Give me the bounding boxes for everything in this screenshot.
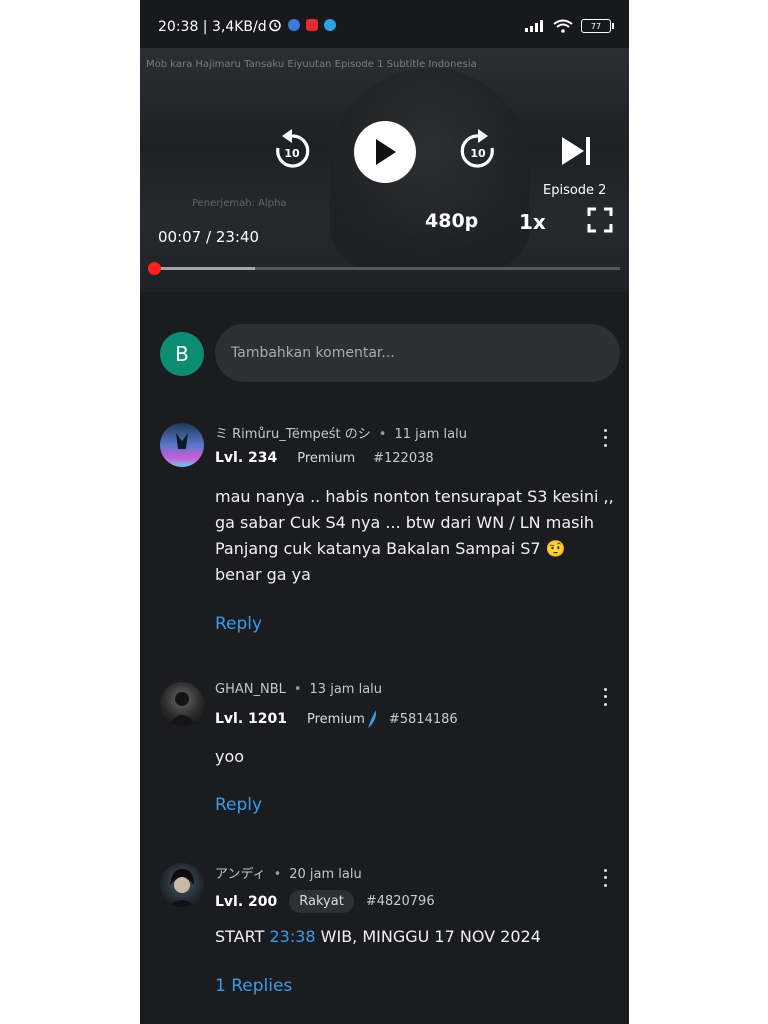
- comment-text: mau nanya .. habis nonton tensurapat S3 …: [215, 487, 614, 584]
- comment-text-end: WIB, MINGGU 17 NOV 2024: [315, 927, 541, 946]
- commenter-avatar[interactable]: [160, 682, 204, 726]
- status-bar: 20:38 | 3,4KB/d 77: [140, 0, 629, 48]
- video-timecode: 00:07 / 23:40: [158, 228, 260, 246]
- quality-button[interactable]: 480p: [425, 210, 478, 232]
- user-avatar: B: [160, 332, 204, 376]
- commenter-avatar[interactable]: [160, 423, 204, 467]
- telegram-notification-icon: [324, 19, 336, 31]
- next-episode-button[interactable]: [558, 134, 594, 168]
- comment-username[interactable]: GHAN_NBL: [215, 682, 286, 697]
- seek-thumb[interactable]: [148, 262, 162, 275]
- comment-meta: Lvl. 1201 Premium #5814186: [215, 709, 458, 729]
- status-notification-icons: [268, 18, 336, 32]
- user-id: #4820796: [365, 894, 435, 909]
- rewind-seconds: 10: [284, 147, 300, 160]
- fullscreen-icon: [587, 207, 613, 233]
- reply-button[interactable]: Reply: [215, 614, 262, 634]
- video-player[interactable]: Mob kara Hajimaru Tansaku Eiyuutan Episo…: [140, 48, 629, 292]
- comment-text: START 23:38 WIB, MINGGU 17 NOV 2024: [215, 924, 615, 950]
- forward-icon: 10: [460, 129, 494, 168]
- comment-text: yoo: [215, 747, 245, 766]
- avatar-figure-icon: [176, 433, 188, 449]
- comment-header: GHAN_NBL • 13 jam lalu: [215, 682, 382, 697]
- video-overlay-title: Mob kara Hajimaru Tansaku Eiyuutan Episo…: [146, 59, 477, 70]
- comment-header: アンディ • 20 jam lalu: [215, 863, 362, 882]
- user-level: Lvl. 1201: [215, 711, 288, 727]
- comment-text-start: START: [215, 927, 270, 946]
- wifi-icon: [553, 19, 573, 33]
- next-episode-label: Episode 2: [543, 183, 607, 198]
- view-replies-button[interactable]: 1 Replies: [215, 976, 292, 996]
- forward-10-button[interactable]: 10: [456, 126, 500, 174]
- app-screen: 20:38 | 3,4KB/d 77 Mob kara Hajimaru Tan…: [140, 0, 629, 1024]
- skip-next-icon: [562, 137, 590, 165]
- avatar-figure-icon: [168, 869, 196, 907]
- comment-time: 20 jam lalu: [289, 867, 362, 882]
- comment-username[interactable]: アンディ: [215, 867, 266, 882]
- separator-dot: •: [293, 682, 302, 697]
- status-system-icons: 77: [525, 19, 614, 33]
- buffered-bar: [152, 267, 255, 270]
- playback-speed-button[interactable]: 1x: [519, 210, 546, 234]
- signal-icon: [525, 20, 543, 32]
- feather-icon: [367, 710, 376, 728]
- comment-more-button[interactable]: [596, 867, 614, 889]
- comment-time: 13 jam lalu: [309, 682, 383, 697]
- rewind-10-button[interactable]: 10: [270, 126, 314, 174]
- avatar-figure-icon: [168, 692, 196, 726]
- status-time: 20:38 | 3,4KB/d: [158, 19, 267, 35]
- battery-level: 77: [590, 21, 602, 31]
- timestamp-link[interactable]: 23:38: [269, 927, 315, 946]
- user-level: Lvl. 234: [215, 450, 278, 466]
- seek-bar[interactable]: [148, 262, 620, 275]
- separator-dot: •: [378, 427, 387, 442]
- comment-meta: Lvl. 200 Rakyat #4820796: [215, 890, 435, 913]
- video-watermark: Penerjemah: Alpha: [192, 198, 287, 209]
- commenter-avatar[interactable]: [160, 863, 204, 907]
- user-rank-badge: Premium: [307, 711, 365, 727]
- comment-more-button[interactable]: [596, 686, 614, 708]
- battery-icon: 77: [581, 19, 614, 33]
- comment-header: ミ Rimůru_Tëmpeśt のシ • 11 jam lalu: [215, 423, 467, 442]
- play-icon: [376, 139, 396, 165]
- comment-more-button[interactable]: [596, 427, 614, 449]
- user-rank-badge: Rakyat: [289, 890, 354, 913]
- user-id: #5814186: [388, 711, 458, 727]
- play-button[interactable]: [354, 121, 416, 183]
- forward-seconds: 10: [470, 147, 486, 160]
- comment-input[interactable]: [215, 324, 620, 382]
- rewind-icon: 10: [276, 129, 310, 168]
- user-id: #122038: [373, 450, 434, 466]
- reply-button[interactable]: Reply: [215, 795, 262, 815]
- alarm-icon: [269, 19, 281, 32]
- comment-meta: Lvl. 234 Premium #122038: [215, 450, 434, 466]
- separator-dot: •: [273, 867, 282, 882]
- user-rank-badge: Premium: [297, 450, 356, 466]
- comment-username[interactable]: ミ Rimůru_Tëmpeśt のシ: [215, 427, 371, 442]
- youtube-notification-icon: [306, 19, 318, 31]
- app-notification-icon: [288, 19, 300, 31]
- user-level: Lvl. 200: [215, 893, 278, 910]
- comment-time: 11 jam lalu: [394, 427, 467, 442]
- fullscreen-button[interactable]: [586, 206, 614, 234]
